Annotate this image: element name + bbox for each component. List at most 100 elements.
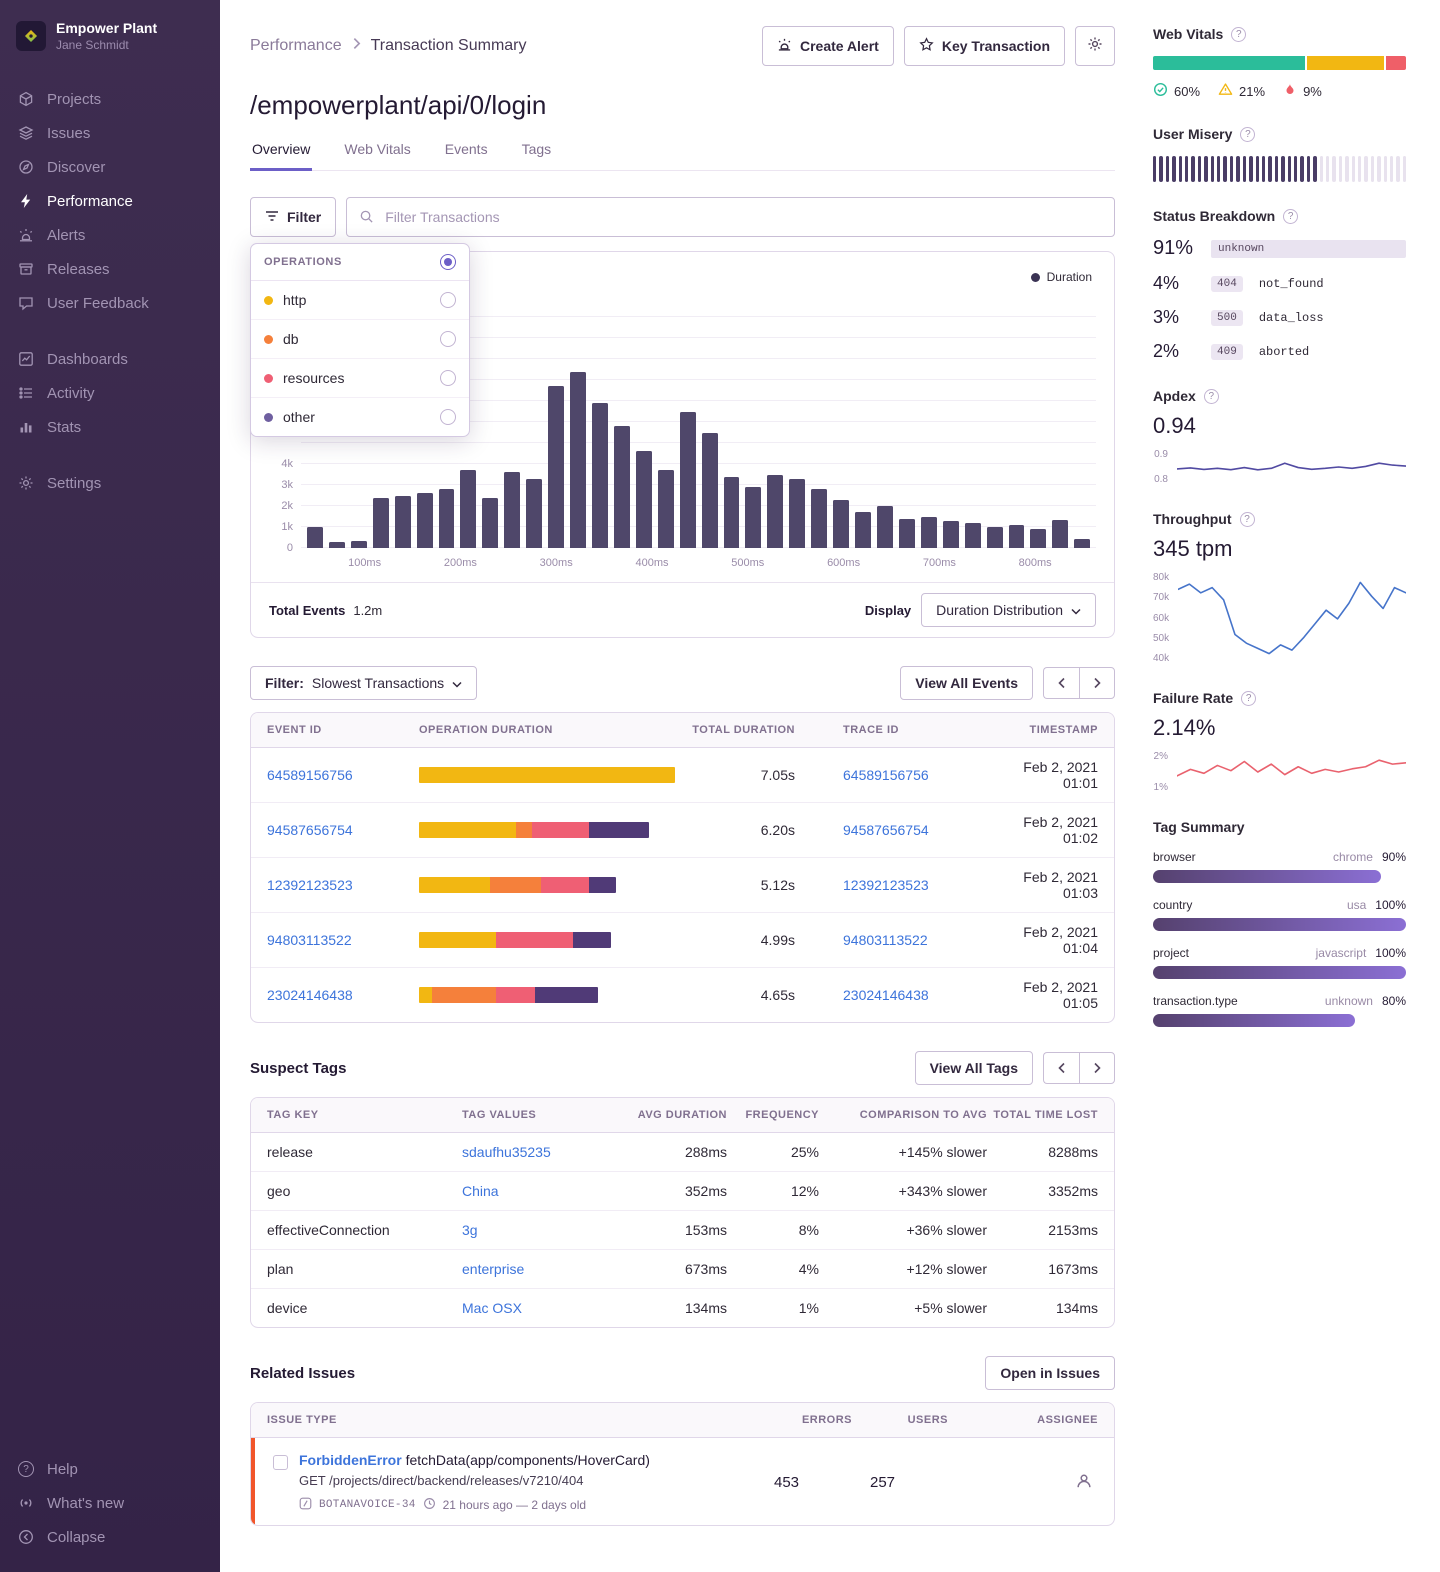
trace-id-link[interactable]: 94587656754 (843, 822, 929, 838)
histogram-x-axis: 100ms200ms300ms400ms500ms600ms700ms800ms (301, 548, 1096, 578)
sidebar-item-dashboards[interactable]: Dashboards (0, 342, 220, 376)
apdex-help-icon[interactable]: ? (1204, 389, 1219, 404)
view-all-tags-button[interactable]: View All Tags (915, 1051, 1033, 1085)
histogram-bar (307, 527, 323, 548)
tag-value-link[interactable]: China (462, 1183, 627, 1199)
misery-tick (1230, 156, 1233, 182)
status-breakdown-help-icon[interactable]: ? (1283, 209, 1298, 224)
tag-summary-key: project (1153, 946, 1189, 960)
throughput-sparkline (1178, 572, 1406, 664)
sidebar-item-activity[interactable]: Activity (0, 376, 220, 410)
sidebar-item-performance[interactable]: Performance (0, 184, 220, 218)
sidebar-item-user-feedback[interactable]: User Feedback (0, 286, 220, 320)
open-in-issues-button[interactable]: Open in Issues (985, 1356, 1115, 1390)
view-all-events-button[interactable]: View All Events (900, 666, 1033, 700)
releases-icon (17, 260, 35, 278)
events-filter-value: Slowest Transactions (312, 675, 444, 691)
event-id-link[interactable]: 94803113522 (267, 932, 419, 948)
operation-option-http[interactable]: http (251, 281, 469, 320)
org-switcher[interactable]: Empower Plant Jane Schmidt (0, 16, 220, 56)
operation-duration-bar (419, 932, 675, 948)
create-alert-button[interactable]: Create Alert (762, 26, 894, 66)
sidebar-item-whats-new[interactable]: What's new (0, 1486, 220, 1520)
events-next-page-button[interactable] (1079, 667, 1115, 699)
breadcrumb-section[interactable]: Performance (250, 37, 342, 55)
tag-value-link[interactable]: sdaufhu35235 (462, 1144, 627, 1160)
misery-tick (1371, 156, 1374, 182)
event-id-link[interactable]: 94587656754 (267, 822, 419, 838)
events-filter-select[interactable]: Filter: Slowest Transactions (250, 666, 477, 700)
events-prev-page-button[interactable] (1043, 667, 1079, 699)
operations-dropdown-header[interactable]: OPERATIONS (251, 244, 469, 281)
tab-overview[interactable]: Overview (250, 141, 312, 171)
tag-avg: 288ms (627, 1144, 727, 1160)
sidebar-item-releases[interactable]: Releases (0, 252, 220, 286)
tag-value-link[interactable]: Mac OSX (462, 1300, 627, 1316)
sidebar-item-projects[interactable]: Projects (0, 82, 220, 116)
event-id-link[interactable]: 23024146438 (267, 987, 419, 1003)
operations-all-radio[interactable] (440, 254, 456, 270)
tab-tags[interactable]: Tags (520, 141, 554, 171)
events-table-header: EVENT ID OPERATION DURATION TOTAL DURATI… (251, 713, 1114, 748)
throughput-help-icon[interactable]: ? (1240, 512, 1255, 527)
user-misery-help-icon[interactable]: ? (1240, 127, 1255, 142)
tags-prev-page-button[interactable] (1043, 1052, 1079, 1084)
db-radio[interactable] (440, 331, 456, 347)
tag-key: release (267, 1144, 462, 1160)
operation-option-resources[interactable]: resources (251, 359, 469, 398)
misery-tick (1281, 156, 1284, 182)
failure-rate-help-icon[interactable]: ? (1241, 691, 1256, 706)
display-select[interactable]: Duration Distribution (921, 593, 1096, 627)
event-id-link[interactable]: 12392123523 (267, 877, 419, 893)
filter-button-label: Filter (287, 209, 321, 225)
histogram-bar (1074, 539, 1090, 548)
trace-id-link[interactable]: 64589156756 (843, 767, 929, 783)
failure-rate-y-labels: 2%1% (1153, 751, 1177, 793)
tag-value-link[interactable]: enterprise (462, 1261, 627, 1277)
total-duration: 7.05s (675, 767, 795, 783)
sidebar-item-help[interactable]: ? Help (0, 1452, 220, 1486)
issue-type-link[interactable]: ForbiddenError (299, 1452, 402, 1468)
operation-duration-segment (589, 877, 617, 893)
misery-tick (1403, 156, 1406, 182)
sidebar-item-stats[interactable]: Stats (0, 410, 220, 444)
trace-id-link[interactable]: 94803113522 (843, 932, 928, 948)
tag-summary-key: browser (1153, 850, 1196, 864)
http-radio[interactable] (440, 292, 456, 308)
assignee-button[interactable] (1070, 1469, 1098, 1497)
trace-id-link[interactable]: 23024146438 (843, 987, 929, 1003)
misery-tick (1377, 156, 1380, 182)
histogram-bar (526, 479, 542, 548)
tag-value-link[interactable]: 3g (462, 1222, 627, 1238)
web-vitals-help-icon[interactable]: ? (1231, 27, 1246, 42)
suspect-tags-header: TAG KEY TAG VALUES AVG DURATION FREQUENC… (251, 1098, 1114, 1133)
summary-rail: Web Vitals ? 60% 21% 9% (1135, 0, 1440, 1572)
sidebar: Empower Plant Jane Schmidt Projects Issu… (0, 0, 220, 1572)
col-tag-key: TAG KEY (267, 1109, 462, 1121)
sidebar-item-discover[interactable]: Discover (0, 150, 220, 184)
tab-events[interactable]: Events (443, 141, 490, 171)
transaction-settings-button[interactable] (1075, 26, 1115, 66)
chart-legend[interactable]: Duration (1031, 270, 1092, 284)
key-transaction-button[interactable]: Key Transaction (904, 26, 1065, 66)
operation-option-other[interactable]: other (251, 398, 469, 436)
misery-tick (1390, 156, 1393, 182)
sidebar-item-alerts[interactable]: Alerts (0, 218, 220, 252)
search-input[interactable] (346, 197, 1115, 237)
duration-legend-dot (1031, 273, 1040, 282)
tag-frequency: 8% (727, 1222, 819, 1238)
sidebar-item-collapse[interactable]: Collapse (0, 1520, 220, 1554)
sidebar-item-settings[interactable]: Settings (0, 466, 220, 500)
sidebar-item-issues[interactable]: Issues (0, 116, 220, 150)
trace-id-link[interactable]: 12392123523 (843, 877, 929, 893)
filter-button[interactable]: Filter (250, 197, 336, 237)
tab-web-vitals[interactable]: Web Vitals (342, 141, 412, 171)
issue-checkbox[interactable] (273, 1455, 288, 1470)
tags-next-page-button[interactable] (1079, 1052, 1115, 1084)
other-radio[interactable] (440, 409, 456, 425)
platform-icon (299, 1497, 312, 1513)
operation-option-db[interactable]: db (251, 320, 469, 359)
resources-radio[interactable] (440, 370, 456, 386)
event-id-link[interactable]: 64589156756 (267, 767, 419, 783)
collapse-arrow-icon (17, 1528, 35, 1546)
